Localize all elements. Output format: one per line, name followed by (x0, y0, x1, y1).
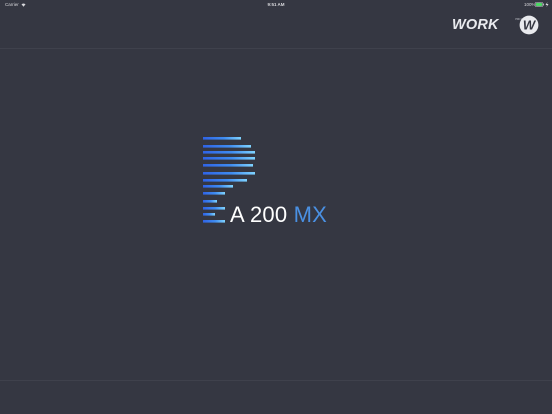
header-divider (0, 48, 552, 49)
product-name: A 200 MX (230, 203, 327, 227)
brand-mark-letter: W (523, 18, 537, 33)
status-time: 9:51 AM (267, 2, 285, 7)
product-model-text: A 200 (230, 202, 288, 227)
battery-icon (535, 2, 544, 7)
battery-percent-label: 100% (524, 2, 536, 7)
status-bar: Carrier 9:51 AM 100% (0, 0, 552, 9)
brand-logo-text: WORK (452, 17, 499, 33)
product-suffix-text: MX (293, 202, 327, 227)
footer-divider (0, 380, 552, 381)
charging-icon (545, 2, 549, 7)
brand-mark-icon: W (519, 15, 539, 35)
brand-logo: WORK PRO AUDIO W (452, 15, 540, 35)
product-logo: A 200 MX (203, 137, 353, 227)
